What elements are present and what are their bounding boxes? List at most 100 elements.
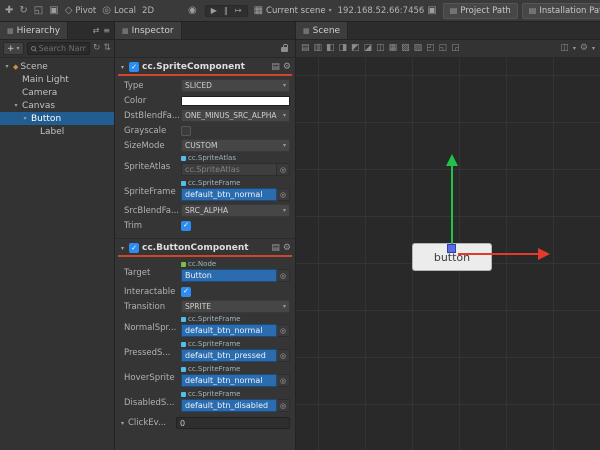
fold-arrow-icon[interactable]: ▾ [119, 245, 126, 252]
asset-type-icon [181, 155, 186, 161]
align-right-icon[interactable]: ▦ [389, 44, 398, 53]
select-asset-button[interactable]: ◎ [277, 399, 290, 412]
panel-menu-icon[interactable]: ≡ [103, 26, 110, 35]
distribute-left-icon[interactable]: ◰ [426, 44, 435, 53]
expand-arrow-icon[interactable]: ▾ [3, 63, 11, 70]
distribute-middle-icon[interactable]: ▨ [414, 44, 423, 53]
local-control[interactable]: ◎ Local [102, 5, 136, 16]
docs-icon[interactable]: ▤ [271, 62, 280, 72]
tab-inspector[interactable]: ▦ Inspector [115, 22, 182, 39]
tab-hierarchy[interactable]: ▦ Hierarchy [0, 22, 69, 39]
expand-arrow-icon[interactable]: ▾ [12, 102, 20, 109]
tree-item-label[interactable]: Label [0, 125, 114, 138]
rect-tool-icon[interactable]: ▣ [49, 5, 58, 16]
select-asset-button[interactable]: ◎ [277, 349, 290, 362]
checkmark-icon: ✓ [183, 287, 189, 295]
step-icon[interactable]: ↦ [235, 6, 242, 15]
tree-item-button[interactable]: ▾ Button [0, 112, 114, 125]
mode-2d-button[interactable]: 2D [142, 6, 154, 16]
fold-arrow-icon[interactable]: ▾ [119, 64, 126, 71]
refresh-icon[interactable]: ↻ [93, 44, 101, 53]
rotate-tool-icon[interactable]: ↻ [19, 5, 27, 16]
component-header[interactable]: ▾ ✓ cc.SpriteComponent ▤ ⚙ [115, 60, 295, 73]
align-middle-icon[interactable]: ◨ [339, 44, 348, 53]
play-icon[interactable]: ▶ [211, 6, 217, 15]
tree-item-scene[interactable]: ▾ ◆ Scene [0, 60, 114, 73]
distribute-center-icon[interactable]: ◱ [439, 44, 448, 53]
expand-all-icon[interactable]: ⇅ [103, 44, 111, 53]
property-control: cc.SpriteFrame default_btn_pressed ◎ [181, 340, 290, 362]
checkbox-grayscale[interactable] [181, 125, 191, 136]
create-node-button[interactable]: + ▾ [3, 42, 24, 55]
click-events-count[interactable]: 0 [176, 417, 290, 429]
select-asset-button[interactable]: ◎ [277, 163, 290, 176]
gear-icon[interactable]: ⚙ [283, 243, 291, 253]
asset-field-spriteatlas[interactable]: cc.SpriteAtlas ◎ [181, 163, 290, 176]
asset-field-target[interactable]: Button ◎ [181, 269, 290, 282]
lock-icon[interactable] [281, 44, 288, 52]
asset-type-label: cc.SpriteFrame [181, 365, 290, 373]
preview-target-icon[interactable]: ◉ [188, 5, 197, 16]
color-swatch[interactable] [181, 95, 290, 106]
wireframe-icon[interactable]: ▥ [314, 44, 323, 53]
search-input[interactable] [38, 44, 86, 53]
select-asset-button[interactable]: ◎ [277, 269, 290, 282]
component-enabled-checkbox[interactable]: ✓ [129, 243, 139, 253]
component-enabled-checkbox[interactable]: ✓ [129, 62, 139, 72]
gizmo-y-axis[interactable] [451, 166, 453, 248]
copy-icon[interactable]: ▣ [427, 5, 436, 16]
chevron-down-icon: ▾ [572, 44, 576, 52]
asset-field-presseds[interactable]: default_btn_pressed ◎ [181, 349, 290, 362]
gizmo-move-handle[interactable] [447, 244, 456, 253]
grid-icon[interactable]: ▤ [301, 44, 310, 53]
fold-arrow-icon[interactable]: ▾ [119, 420, 126, 427]
gear-icon[interactable]: ⚙ [283, 62, 291, 72]
select-asset-button[interactable]: ◎ [277, 374, 290, 387]
tab-scene[interactable]: ▦ Scene [296, 22, 349, 39]
view-mode-icon[interactable]: ◫ [560, 44, 569, 53]
distribute-top-icon[interactable]: ▧ [401, 44, 410, 53]
installation-path-button[interactable]: ▤ Installation Path [521, 2, 600, 19]
dropdown-sizemode[interactable]: CUSTOM ▾ [181, 139, 290, 152]
dock-icon[interactable]: ⇄ [93, 26, 100, 35]
asset-field-hoversprite[interactable]: default_btn_normal ◎ [181, 374, 290, 387]
scene-select-dropdown[interactable]: ▦ Current scene ▾ [254, 5, 332, 16]
inspector-toolbar [115, 40, 295, 58]
property-control: ✓ [181, 286, 290, 297]
checkbox-trim[interactable]: ✓ [181, 220, 191, 231]
dropdown-srcblendfa[interactable]: SRC_ALPHA ▾ [181, 204, 290, 217]
expand-arrow-icon[interactable]: ▾ [21, 115, 29, 122]
align-top-icon[interactable]: ◧ [326, 44, 335, 53]
component-name: cc.SpriteComponent [142, 62, 245, 72]
dropdown-transition[interactable]: SPRITE ▾ [181, 300, 290, 313]
tree-item-main-light[interactable]: Main Light [0, 73, 114, 86]
align-center-icon[interactable]: ◫ [376, 44, 385, 53]
distribute-right-icon[interactable]: ◲ [451, 44, 460, 53]
gizmo-settings-icon[interactable]: ⚙ [580, 44, 588, 53]
asset-field-normalspr[interactable]: default_btn_normal ◎ [181, 324, 290, 337]
property-row-normalspr: NormalSpr... cc.SpriteFrame default_btn_no… [115, 314, 295, 339]
tree-item-camera[interactable]: Camera [0, 86, 114, 99]
dropdown-type[interactable]: SLICED ▾ [181, 79, 290, 92]
checkbox-interactable[interactable]: ✓ [181, 286, 191, 297]
project-path-button[interactable]: ▤ Project Path [442, 2, 518, 19]
hierarchy-search[interactable] [26, 42, 90, 55]
pivot-control[interactable]: ◇ Pivot [65, 5, 97, 16]
asset-field-disableds[interactable]: default_btn_disabled ◎ [181, 399, 290, 412]
tree-item-label: Scene [20, 61, 48, 72]
align-bottom-icon[interactable]: ◩ [351, 44, 360, 53]
component-header[interactable]: ▾ ✓ cc.ButtonComponent ▤ ⚙ [115, 241, 295, 254]
pause-icon[interactable]: ‖ [224, 6, 228, 15]
gizmo-x-axis[interactable] [458, 253, 538, 255]
select-asset-button[interactable]: ◎ [277, 188, 290, 201]
move-tool-icon[interactable]: ✚ [5, 5, 13, 16]
asset-field-spriteframe[interactable]: default_btn_normal ◎ [181, 188, 290, 201]
align-left-icon[interactable]: ◪ [364, 44, 373, 53]
select-asset-button[interactable]: ◎ [277, 324, 290, 337]
scale-tool-icon[interactable]: ◱ [34, 5, 43, 16]
asset-type-icon [181, 316, 186, 322]
scene-canvas[interactable]: button [296, 58, 600, 450]
docs-icon[interactable]: ▤ [271, 243, 280, 253]
dropdown-dstblendfa[interactable]: ONE_MINUS_SRC_ALPHA ▾ [181, 109, 290, 122]
tree-item-canvas[interactable]: ▾ Canvas [0, 99, 114, 112]
